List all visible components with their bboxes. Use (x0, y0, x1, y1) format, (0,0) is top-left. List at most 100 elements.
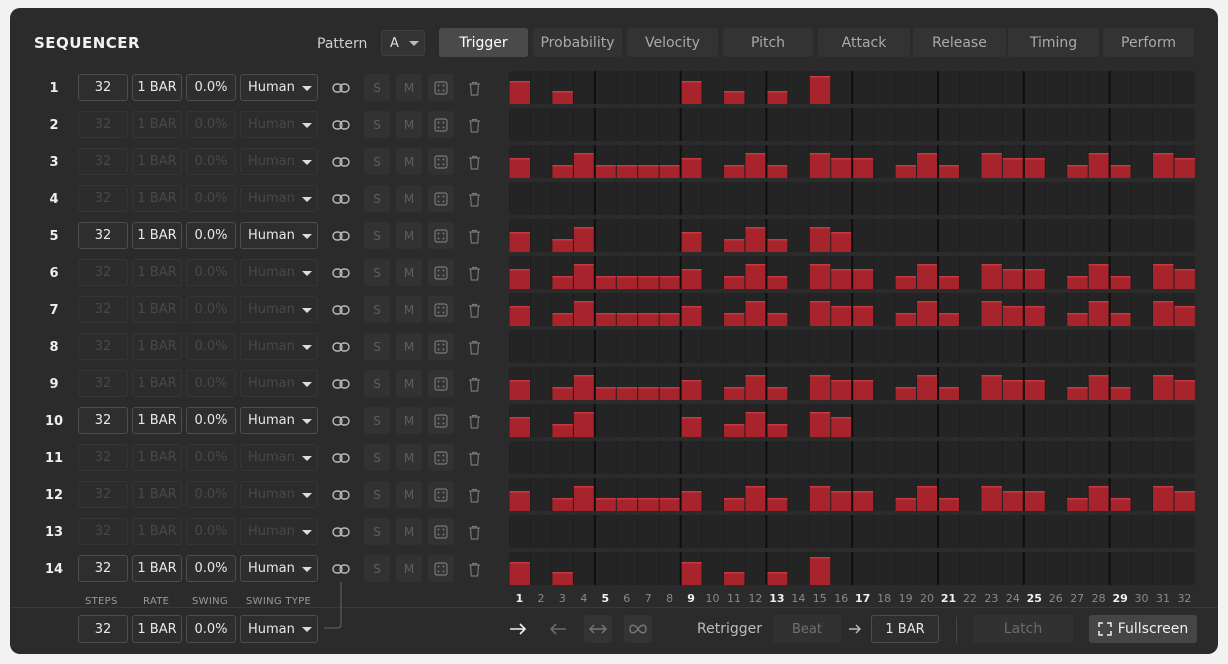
swing-type-select[interactable]: Human (240, 296, 318, 323)
step-cell[interactable] (595, 552, 616, 585)
step-cell[interactable] (638, 515, 659, 548)
rate-field[interactable]: 1 BAR (132, 333, 182, 360)
step-cell[interactable] (659, 219, 681, 252)
steps-field[interactable]: 32 (78, 333, 128, 360)
solo-button[interactable]: S (364, 370, 390, 397)
step-cell[interactable] (745, 552, 766, 585)
link-icon[interactable] (330, 80, 352, 96)
trash-icon[interactable] (466, 117, 482, 133)
step-cell[interactable] (659, 71, 681, 104)
step-cell[interactable] (1110, 108, 1131, 141)
step-cell[interactable] (616, 108, 638, 141)
step-cell[interactable] (1131, 330, 1152, 363)
step-cell[interactable] (831, 552, 852, 585)
tab-pitch[interactable]: Pitch (723, 28, 813, 57)
step-cell[interactable] (745, 108, 766, 141)
swing-type-select[interactable]: Human (240, 185, 318, 212)
step-cell[interactable] (681, 108, 702, 141)
step-cell[interactable] (874, 367, 895, 400)
step-cell[interactable] (788, 145, 809, 178)
mute-button[interactable]: M (396, 148, 422, 175)
steps-field[interactable]: 32 (78, 185, 128, 212)
step-cell[interactable] (895, 108, 917, 141)
step-cell[interactable] (874, 515, 895, 548)
step-cell[interactable] (938, 219, 959, 252)
step-cell[interactable] (1024, 182, 1045, 215)
step-cell[interactable] (981, 515, 1002, 548)
step-cell[interactable] (895, 71, 917, 104)
step-cell[interactable] (616, 330, 638, 363)
step-cell[interactable] (959, 330, 981, 363)
step-cell[interactable] (595, 515, 616, 548)
swing-type-select[interactable]: Human (240, 370, 318, 397)
step-cell[interactable] (702, 367, 723, 400)
tab-timing[interactable]: Timing (1008, 28, 1099, 57)
step-cell[interactable] (1067, 182, 1088, 215)
step-cell[interactable] (702, 182, 723, 215)
step-cell[interactable] (530, 478, 552, 511)
solo-button[interactable]: S (364, 185, 390, 212)
step-cell[interactable] (1067, 404, 1088, 437)
randomize-button[interactable] (428, 444, 454, 471)
step-cell[interactable] (938, 330, 959, 363)
solo-button[interactable]: S (364, 518, 390, 545)
step-cell[interactable] (852, 108, 874, 141)
swing-type-select[interactable]: Human (240, 444, 318, 471)
step-cell[interactable] (573, 71, 595, 104)
step-cell[interactable] (852, 552, 874, 585)
step-cell[interactable] (874, 404, 895, 437)
step-cell[interactable] (1131, 404, 1152, 437)
step-cell[interactable] (1110, 219, 1131, 252)
step-cell[interactable] (917, 108, 938, 141)
step-cell[interactable] (981, 330, 1002, 363)
step-cell[interactable] (1174, 108, 1195, 141)
tab-trigger[interactable]: Trigger (439, 28, 528, 57)
solo-button[interactable]: S (364, 111, 390, 138)
step-cell[interactable] (616, 404, 638, 437)
rate-field[interactable]: 1 BAR (132, 148, 182, 175)
mute-button[interactable]: M (396, 444, 422, 471)
step-cell[interactable] (659, 330, 681, 363)
step-cell[interactable] (895, 441, 917, 474)
step-cell[interactable] (1045, 552, 1067, 585)
steps-field[interactable]: 32 (78, 555, 128, 582)
step-cell[interactable] (938, 404, 959, 437)
step-cell[interactable] (1088, 441, 1110, 474)
link-icon[interactable] (330, 117, 352, 133)
step-cell[interactable] (1131, 71, 1152, 104)
step-cell[interactable] (573, 330, 595, 363)
steps-field[interactable]: 32 (78, 222, 128, 249)
step-cell[interactable] (788, 478, 809, 511)
step-cell[interactable] (530, 219, 552, 252)
tab-perform[interactable]: Perform (1103, 28, 1194, 57)
step-cell[interactable] (1067, 71, 1088, 104)
step-cell[interactable] (874, 552, 895, 585)
steps-field[interactable]: 32 (78, 111, 128, 138)
step-cell[interactable] (852, 404, 874, 437)
step-cell[interactable] (724, 108, 745, 141)
step-cell[interactable] (659, 182, 681, 215)
swing-type-select[interactable]: Human (240, 111, 318, 138)
mute-button[interactable]: M (396, 333, 422, 360)
step-cell[interactable] (702, 478, 723, 511)
swing-field[interactable]: 0.0% (186, 481, 236, 508)
swing-type-select[interactable]: Human (240, 148, 318, 175)
step-cell[interactable] (788, 441, 809, 474)
step-cell[interactable] (1045, 293, 1067, 326)
step-cell[interactable] (1002, 108, 1024, 141)
step-cell[interactable] (852, 219, 874, 252)
step-cell[interactable] (917, 219, 938, 252)
trash-icon[interactable] (466, 228, 482, 244)
forward-direction-button[interactable] (504, 615, 532, 643)
loop-button[interactable] (624, 615, 652, 643)
step-cell[interactable] (681, 441, 702, 474)
step-cell[interactable] (1002, 552, 1024, 585)
mute-button[interactable]: M (396, 222, 422, 249)
global-rate-field[interactable]: 1 BAR (132, 615, 182, 643)
step-cell[interactable] (552, 108, 573, 141)
step-cell[interactable] (573, 515, 595, 548)
step-cell[interactable] (745, 71, 766, 104)
step-cell[interactable] (1024, 515, 1045, 548)
step-cell[interactable] (530, 256, 552, 289)
step-cell[interactable] (981, 404, 1002, 437)
